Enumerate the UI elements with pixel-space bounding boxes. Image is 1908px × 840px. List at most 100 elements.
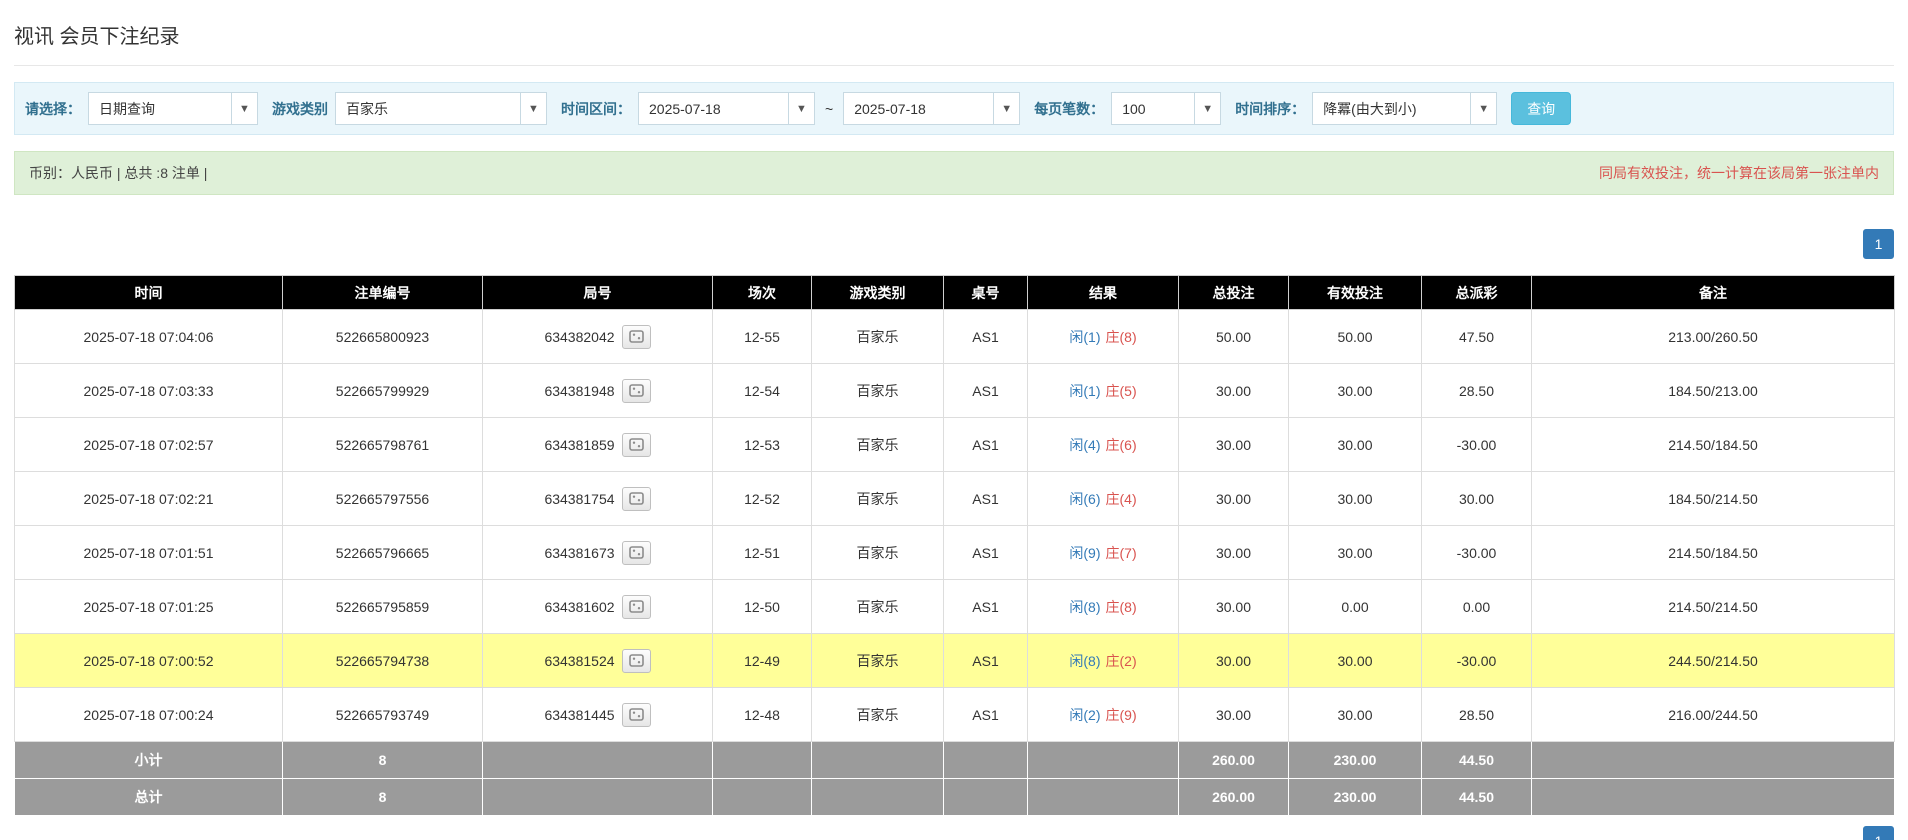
page-size-value[interactable]: 100 [1112, 93, 1194, 124]
round-replay-button[interactable] [622, 433, 651, 457]
cell-payout: 47.50 [1422, 310, 1532, 364]
round-replay-button[interactable] [622, 649, 651, 673]
round-replay-button[interactable] [622, 541, 651, 565]
cell-remark: 213.00/260.50 [1532, 310, 1895, 364]
empty-cell [1028, 779, 1179, 816]
cell-result: 闲(1)庄(5) [1028, 364, 1179, 418]
table-row: 2025-07-18 07:00:52 522665794738 6343815… [15, 634, 1895, 688]
round-replay-button[interactable] [622, 703, 651, 727]
sort-value[interactable]: 降冪(由大到小) [1313, 93, 1470, 124]
cell-result: 闲(1)庄(8) [1028, 310, 1179, 364]
cell-total-bet[interactable]: 30.00 [1179, 634, 1289, 688]
header-table-no: 桌号 [944, 276, 1028, 310]
cell-valid-bet: 50.00 [1289, 310, 1422, 364]
cell-bet-id: 522665800923 [283, 310, 483, 364]
header-total-bet: 总投注 [1179, 276, 1289, 310]
cell-time: 2025-07-18 07:02:57 [15, 418, 283, 472]
round-id-text: 634381754 [544, 491, 614, 507]
cell-game-type: 百家乐 [812, 688, 944, 742]
search-button[interactable]: 查询 [1511, 92, 1571, 125]
cell-round-id: 634381948 [483, 364, 713, 418]
table-footer: 小计 8 260.00 230.00 44.50 总计 8 2 [15, 742, 1895, 816]
header-bet-id: 注单编号 [283, 276, 483, 310]
result-player: 闲(8) [1069, 599, 1100, 615]
header-round-id: 局号 [483, 276, 713, 310]
chevron-down-icon[interactable]: ▼ [1470, 93, 1496, 124]
cell-game-type: 百家乐 [812, 526, 944, 580]
cell-session: 12-50 [713, 580, 812, 634]
chevron-down-icon[interactable]: ▼ [231, 93, 257, 124]
cell-total-bet[interactable]: 30.00 [1179, 688, 1289, 742]
header-game-type: 游戏类别 [812, 276, 944, 310]
cell-remark: 244.50/214.50 [1532, 634, 1895, 688]
chevron-down-icon[interactable]: ▼ [788, 93, 814, 124]
dice-icon [629, 384, 644, 397]
page-size-label: 每页笔数： [1034, 99, 1104, 119]
chevron-down-icon[interactable]: ▼ [993, 93, 1019, 124]
cell-valid-bet: 30.00 [1289, 364, 1422, 418]
cell-time: 2025-07-18 07:04:06 [15, 310, 283, 364]
cell-payout: 30.00 [1422, 472, 1532, 526]
cell-table-no: AS1 [944, 580, 1028, 634]
date-from-select[interactable]: 2025-07-18 ▼ [638, 92, 815, 125]
date-to-value[interactable]: 2025-07-18 [844, 93, 993, 124]
dice-icon [629, 438, 644, 451]
bet-records-table: 时间 注单编号 局号 场次 游戏类别 桌号 结果 总投注 有效投注 总派彩 备注… [14, 275, 1895, 816]
result-banker: 庄(9) [1106, 707, 1137, 723]
chevron-down-icon[interactable]: ▼ [1194, 93, 1220, 124]
cell-time: 2025-07-18 07:03:33 [15, 364, 283, 418]
game-type-select[interactable]: 百家乐 ▼ [335, 92, 547, 125]
cell-payout: -30.00 [1422, 526, 1532, 580]
empty-cell [812, 742, 944, 779]
query-type-label: 请选择： [25, 99, 81, 119]
round-replay-button[interactable] [622, 595, 651, 619]
date-from-value[interactable]: 2025-07-18 [639, 93, 788, 124]
cell-time: 2025-07-18 07:00:24 [15, 688, 283, 742]
cell-session: 12-54 [713, 364, 812, 418]
cell-time: 2025-07-18 07:02:21 [15, 472, 283, 526]
cell-payout: -30.00 [1422, 418, 1532, 472]
query-type-select[interactable]: 日期查询 ▼ [88, 92, 258, 125]
cell-session: 12-51 [713, 526, 812, 580]
cell-table-no: AS1 [944, 526, 1028, 580]
filter-group-query-type: 请选择： 日期查询 ▼ [25, 92, 258, 125]
round-replay-button[interactable] [622, 379, 651, 403]
game-type-value[interactable]: 百家乐 [336, 93, 520, 124]
cell-total-bet[interactable]: 30.00 [1179, 418, 1289, 472]
cell-session: 12-49 [713, 634, 812, 688]
cell-result: 闲(6)庄(4) [1028, 472, 1179, 526]
result-player: 闲(2) [1069, 707, 1100, 723]
page-size-select[interactable]: 100 ▼ [1111, 92, 1221, 125]
table-row: 2025-07-18 07:01:51 522665796665 6343816… [15, 526, 1895, 580]
pagination-top: 1 [14, 229, 1894, 259]
cell-payout: 28.50 [1422, 364, 1532, 418]
total-count: 8 [283, 779, 483, 816]
chevron-down-icon[interactable]: ▼ [520, 93, 546, 124]
round-replay-button[interactable] [622, 325, 651, 349]
subtotal-label: 小计 [15, 742, 283, 779]
cell-bet-id: 522665795859 [283, 580, 483, 634]
cell-total-bet[interactable]: 30.00 [1179, 472, 1289, 526]
result-banker: 庄(7) [1106, 545, 1137, 561]
table-row: 2025-07-18 07:00:24 522665793749 6343814… [15, 688, 1895, 742]
cell-bet-id: 522665799929 [283, 364, 483, 418]
cell-valid-bet: 30.00 [1289, 418, 1422, 472]
cell-round-id: 634381524 [483, 634, 713, 688]
query-type-value[interactable]: 日期查询 [89, 93, 231, 124]
cell-total-bet[interactable]: 30.00 [1179, 364, 1289, 418]
cell-payout: -30.00 [1422, 634, 1532, 688]
cell-total-bet[interactable]: 50.00 [1179, 310, 1289, 364]
date-to-select[interactable]: 2025-07-18 ▼ [843, 92, 1020, 125]
round-replay-button[interactable] [622, 487, 651, 511]
page-button-1-bottom[interactable]: 1 [1863, 826, 1894, 840]
date-range-label: 时间区间： [561, 99, 631, 119]
cell-remark: 214.50/184.50 [1532, 418, 1895, 472]
cell-total-bet[interactable]: 30.00 [1179, 580, 1289, 634]
cell-valid-bet: 30.00 [1289, 634, 1422, 688]
cell-total-bet[interactable]: 30.00 [1179, 526, 1289, 580]
cell-session: 12-48 [713, 688, 812, 742]
sort-select[interactable]: 降冪(由大到小) ▼ [1312, 92, 1497, 125]
page-button-1[interactable]: 1 [1863, 229, 1894, 259]
cell-bet-id: 522665797556 [283, 472, 483, 526]
cell-result: 闲(2) 庄(9) [1028, 688, 1179, 742]
